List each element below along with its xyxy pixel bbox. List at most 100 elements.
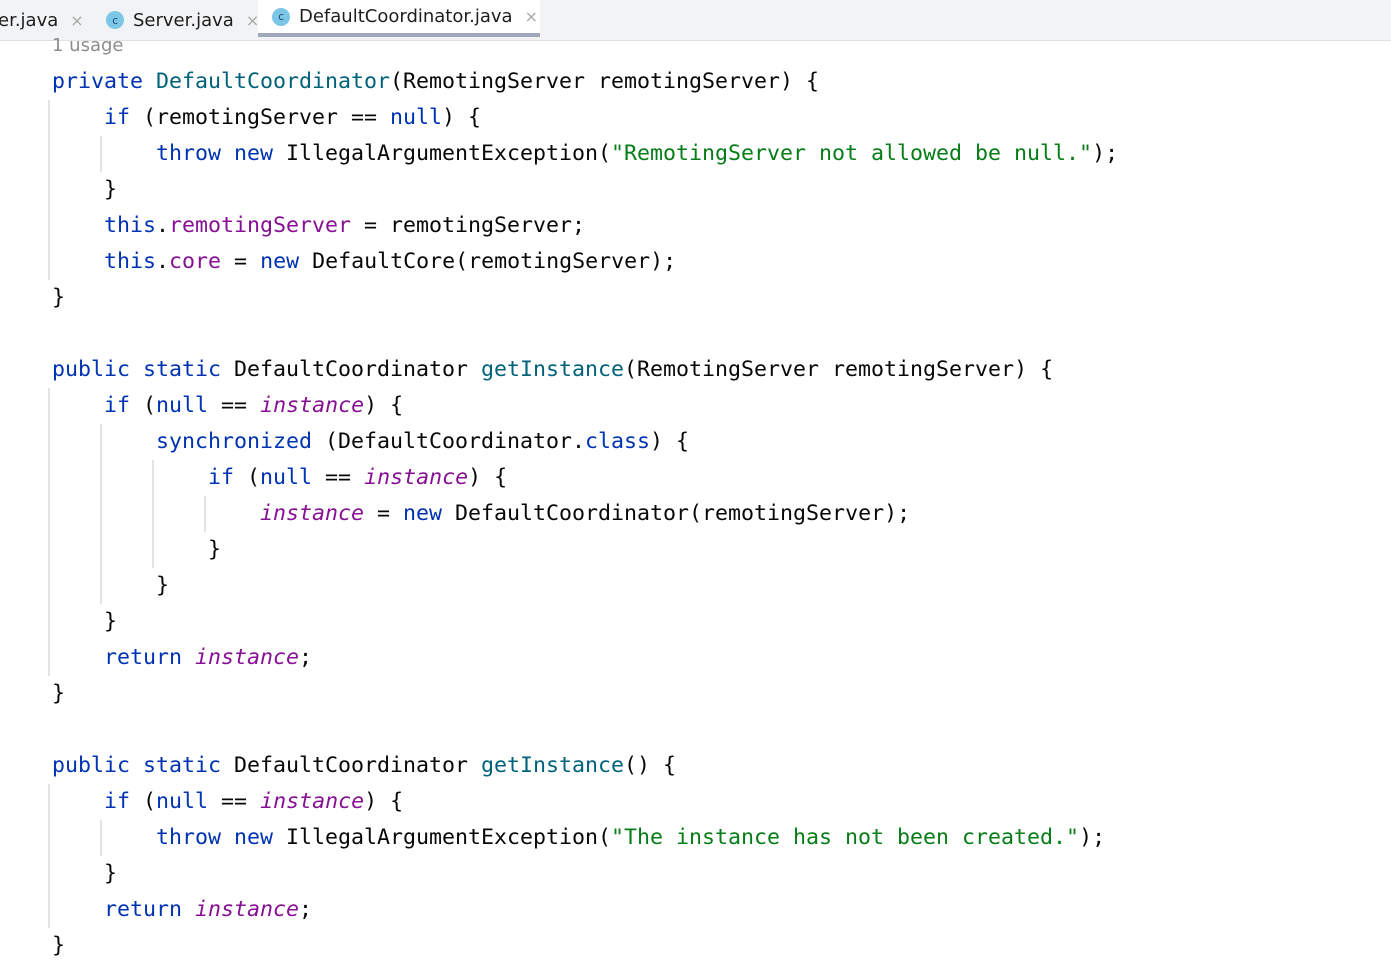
code-token: (RemotingServer remotingServer) { (624, 357, 1054, 382)
indent-guide (48, 460, 50, 496)
code-token: . (156, 249, 170, 274)
code-text: } (104, 604, 117, 640)
code-token: instance (195, 897, 300, 922)
code-token: ( (143, 393, 157, 418)
code-text: public static DefaultCoordinator getInst… (52, 352, 1053, 388)
code-token: = (221, 249, 261, 274)
indent-guide (152, 532, 154, 568)
code-token: DefaultCoordinator (234, 357, 482, 382)
indent-guide (48, 820, 50, 856)
code-token: = (364, 501, 404, 526)
code-token: } (208, 537, 222, 562)
code-text: } (208, 532, 221, 568)
code-token: ); (1079, 825, 1106, 850)
code-token: if (104, 105, 144, 130)
tab-label: DefaultCoordinator.java (299, 6, 513, 27)
code-token: private (52, 69, 157, 94)
code-token: instance (260, 501, 365, 526)
code-token: remotingServer (169, 213, 352, 238)
code-token: ; (299, 645, 313, 670)
code-token: == (208, 393, 261, 418)
code-token: ); (1092, 141, 1119, 166)
code-token: "RemotingServer not allowed be null." (611, 141, 1093, 166)
code-text: if (null == instance) { (104, 388, 403, 424)
tab-er-java[interactable]: er.java × (0, 0, 84, 40)
indent-guide (48, 100, 50, 136)
code-token: instance (260, 393, 365, 418)
class-icon: c (106, 11, 124, 29)
indent-guide (100, 820, 102, 856)
code-text: throw new IllegalArgumentException("Remo… (156, 136, 1118, 172)
code-text: return instance; (104, 640, 312, 676)
usage-hint[interactable]: 1 usage (52, 35, 124, 56)
code-token: ) { (468, 465, 508, 490)
code-text: this.remotingServer = remotingServer; (104, 208, 585, 244)
code-token: DefaultCoordinator (234, 753, 482, 778)
code-token: ; (299, 897, 313, 922)
code-token: } (52, 933, 66, 958)
code-token: (DefaultCoordinator. (325, 429, 586, 454)
indent-guide (48, 136, 50, 172)
code-token: } (104, 861, 118, 886)
indent-guide (48, 388, 50, 424)
code-text: } (52, 928, 65, 964)
code-token: null (156, 789, 209, 814)
code-token: ( (247, 465, 261, 490)
code-token: new (260, 249, 313, 274)
code-token: instance (364, 465, 469, 490)
tab-server-java[interactable]: c Server.java × (106, 0, 259, 40)
code-text: if (null == instance) { (104, 784, 403, 820)
code-token: return (104, 897, 196, 922)
code-text: synchronized (DefaultCoordinator.class) … (156, 424, 689, 460)
close-icon[interactable]: × (70, 11, 83, 30)
code-token: null (260, 465, 313, 490)
indent-guide (100, 460, 102, 496)
code-token: null (156, 393, 209, 418)
indent-guide (48, 892, 50, 928)
indent-guide (100, 496, 102, 532)
indent-guide (100, 424, 102, 460)
code-token: return (104, 645, 196, 670)
indent-guide (48, 244, 50, 280)
code-token: == (208, 789, 261, 814)
code-token: } (104, 177, 118, 202)
code-token: ( (143, 789, 157, 814)
code-token: IllegalArgumentException( (286, 825, 612, 850)
tab-defaultcoordinator-java[interactable]: c DefaultCoordinator.java × (258, 0, 540, 37)
code-token: instance (260, 789, 365, 814)
code-text: } (156, 568, 169, 604)
indent-guide (48, 640, 50, 676)
code-token: instance (195, 645, 300, 670)
indent-guide (48, 172, 50, 208)
code-text: throw new IllegalArgumentException("The … (156, 820, 1105, 856)
code-token: "The instance has not been created." (611, 825, 1080, 850)
code-token: ) { (364, 393, 404, 418)
code-token: class (585, 429, 651, 454)
code-token: this (104, 213, 157, 238)
indent-guide (100, 568, 102, 604)
code-token: } (156, 573, 170, 598)
code-token: (remotingServer == (143, 105, 391, 130)
code-token: ) { (442, 105, 482, 130)
code-token: } (52, 285, 66, 310)
indent-guide (48, 496, 50, 532)
indent-guide (100, 532, 102, 568)
code-token: core (169, 249, 222, 274)
code-text: public static DefaultCoordinator getInst… (52, 748, 676, 784)
editor-tab-bar: er.java × c Server.java × c DefaultCoord… (0, 0, 1391, 41)
code-text: private DefaultCoordinator(RemotingServe… (52, 64, 819, 100)
indent-guide (48, 424, 50, 460)
code-token: IllegalArgumentException( (286, 141, 612, 166)
code-token: synchronized (156, 429, 326, 454)
indent-guide (48, 856, 50, 892)
code-token: throw new (156, 825, 287, 850)
code-text: this.core = new DefaultCore(remotingServ… (104, 244, 676, 280)
code-token: == (312, 465, 365, 490)
code-text: if (null == instance) { (208, 460, 507, 496)
code-text: } (104, 172, 117, 208)
code-token: DefaultCoordinator(remotingServer); (455, 501, 911, 526)
code-token: ) { (650, 429, 690, 454)
close-icon[interactable]: × (525, 7, 538, 26)
code-token: () { (624, 753, 677, 778)
code-token: getInstance (481, 357, 625, 382)
